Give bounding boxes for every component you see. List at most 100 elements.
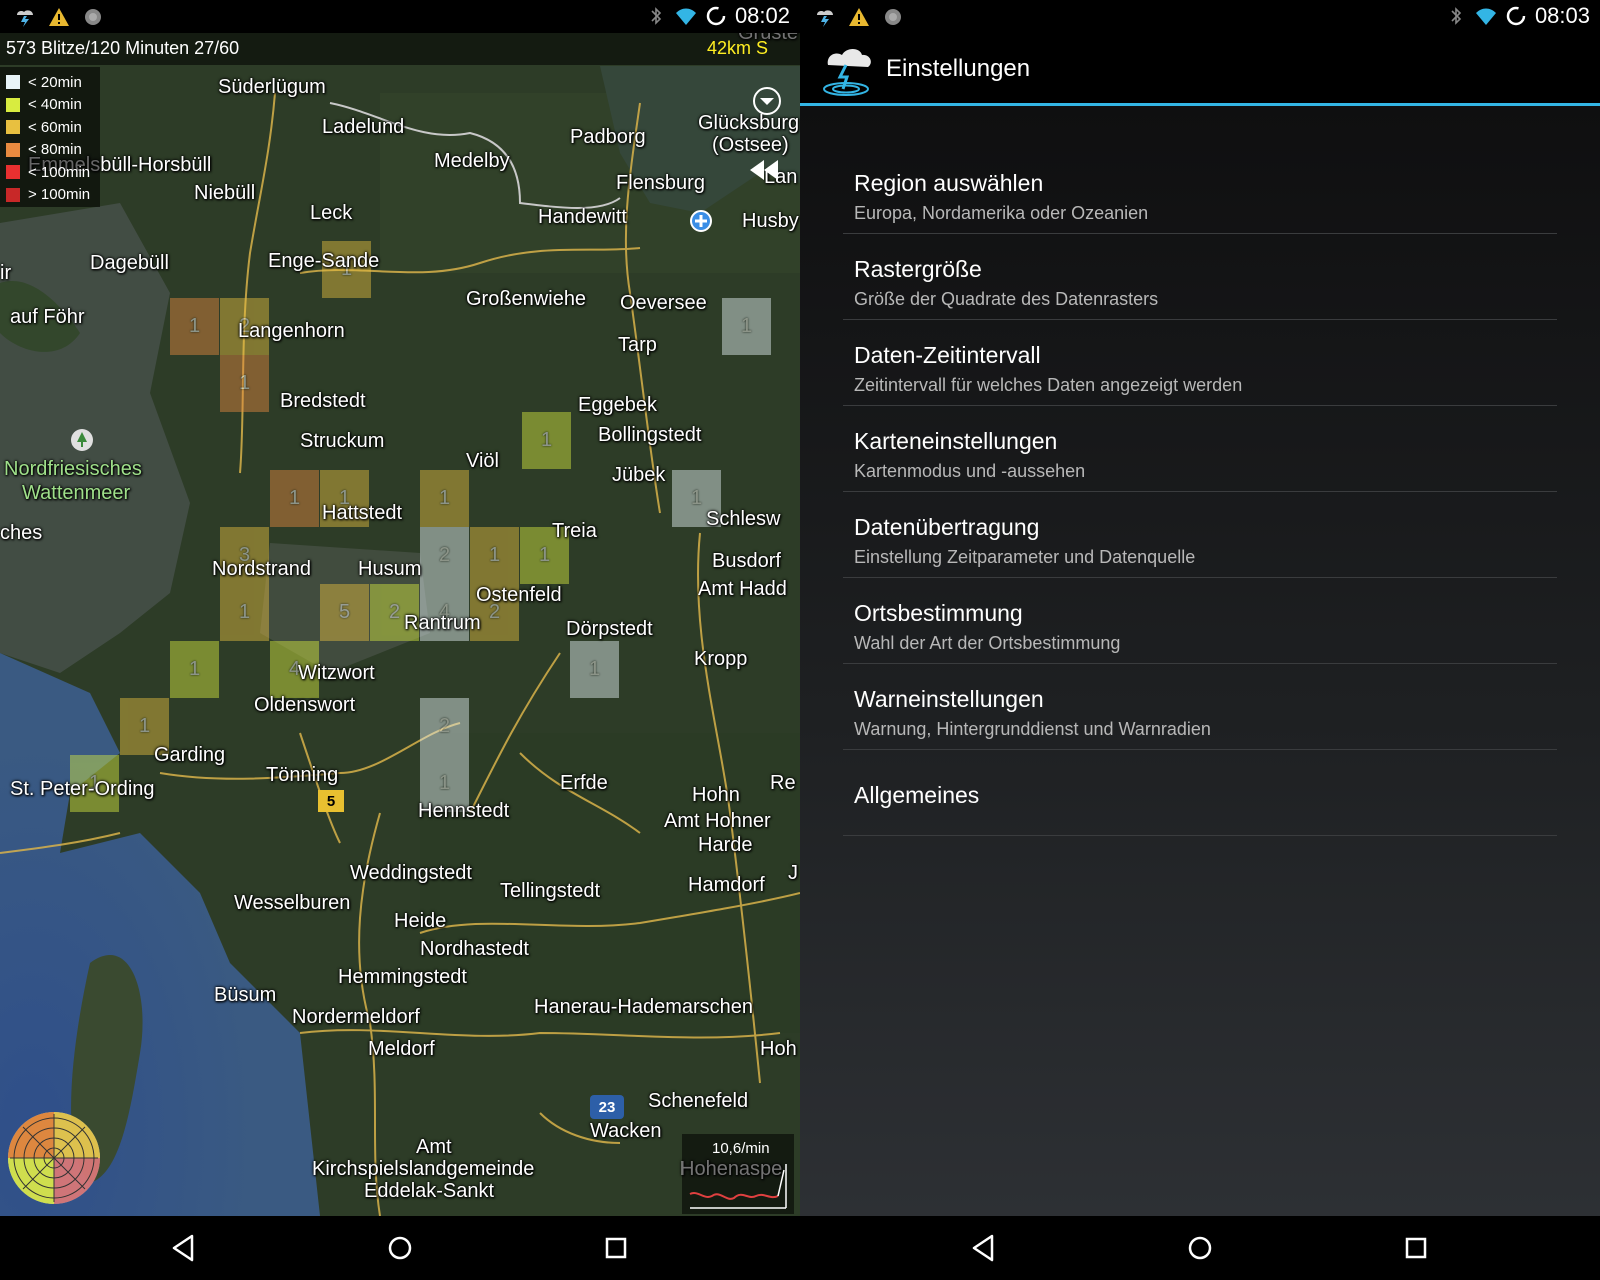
map-screen: 11211111113211152421141211 Süderlügum Lad… <box>0 0 800 1280</box>
lightning-cell: 5 <box>320 584 369 641</box>
legend-item: > 100min <box>6 184 94 207</box>
settings-screen: 08:03 Einstellungen Region auswählen Euro… <box>800 0 1600 1280</box>
place-label: Jübek <box>612 464 666 486</box>
lightning-cell: 1 <box>722 298 771 355</box>
preference-title: Region auswählen <box>854 170 1044 196</box>
sync-icon <box>706 6 726 26</box>
place-label: Schlesw <box>706 508 781 530</box>
home-button[interactable] <box>1182 1230 1218 1266</box>
lightning-cell: 2 <box>420 698 469 755</box>
place-label: ches <box>0 522 43 544</box>
strike-count: 1 <box>588 658 601 680</box>
preference-item[interactable]: Karteneinstellungen Kartenmodus und -auss… <box>843 406 1557 492</box>
place-label: Niebüll <box>194 182 256 204</box>
map-info-bar: 573 Blitze/120 Minuten 27/60 42km S <box>0 33 800 65</box>
map-menu-dropdown-icon[interactable] <box>752 86 782 116</box>
action-bar: Einstellungen <box>800 33 1600 105</box>
preference-item[interactable]: Region auswählen Europa, Nordamerika oder… <box>843 148 1557 234</box>
place-label: Medelby <box>434 150 510 172</box>
place-label: auf Föhr <box>10 306 85 328</box>
place-label: Re <box>770 772 796 794</box>
place-label: Glücksburg <box>698 112 800 134</box>
place-label: St. Peter-Ording <box>10 778 155 800</box>
radar-compass-widget[interactable] <box>6 1110 102 1206</box>
preference-item[interactable]: Datenübertragung Einstellung Zeitparamete… <box>843 492 1557 578</box>
clock: 08:02 <box>734 3 790 28</box>
place-label: Rantrum <box>404 612 481 634</box>
circle-icon <box>85 9 101 25</box>
strike-count: 2 <box>438 544 451 566</box>
lightning-cell: 1 <box>522 412 571 469</box>
legend-label: < 60min <box>28 118 82 136</box>
location-marker-icon[interactable] <box>689 209 713 233</box>
wifi-icon <box>1475 8 1496 25</box>
place-label: Enge-Sande <box>268 250 380 272</box>
place-label: Treia <box>552 520 597 542</box>
place-label: Handewitt <box>538 206 627 228</box>
back-button[interactable] <box>966 1230 1002 1266</box>
legend-swatch <box>6 165 20 180</box>
preference-summary: Kartenmodus und -aussehen <box>854 461 1086 481</box>
preference-title: Datenübertragung <box>854 514 1040 540</box>
strike-count: 2 <box>388 601 401 623</box>
legend-item: < 40min <box>6 94 94 117</box>
place-label: Busdorf <box>712 550 781 572</box>
lightning-map[interactable]: 11211111113211152421141211 Süderlügum Lad… <box>0 33 800 1216</box>
strike-count: 1 <box>690 487 703 509</box>
place-label: Amt Hadd <box>698 578 787 600</box>
preference-item[interactable]: Ortsbestimmung Wahl der Art der Ortsbesti… <box>843 578 1557 664</box>
place-label: Dagebüll <box>90 252 169 274</box>
place-label: Tellingstedt <box>500 880 601 902</box>
place-label: Husum <box>358 558 422 580</box>
legend-item: < 60min <box>6 116 94 139</box>
place-label: Nordstrand <box>212 558 311 580</box>
back-button[interactable] <box>166 1230 202 1266</box>
wifi-icon <box>675 8 696 25</box>
home-button[interactable] <box>382 1230 418 1266</box>
preference-title: Daten-Zeitintervall <box>854 342 1041 368</box>
preference-summary: Europa, Nordamerika oder Ozeanien <box>854 203 1149 223</box>
highway-number-badge: 23 <box>590 1095 624 1119</box>
navigation-bar <box>800 1216 1600 1280</box>
legend-swatch <box>6 75 20 90</box>
place-label: Meldorf <box>368 1038 435 1060</box>
preference-item[interactable]: Daten-Zeitintervall Zeitintervall für wel… <box>843 320 1557 406</box>
place-label: Wacken <box>590 1120 662 1142</box>
legend-swatch <box>6 187 20 202</box>
time-legend: < 20min < 40min < 60min < 80min < 100min > 10… <box>0 67 100 207</box>
place-label: Harde <box>698 834 753 856</box>
preference-item[interactable]: Rastergröße Größe der Quadrate des Datenr… <box>843 234 1557 320</box>
strike-count: 1 <box>438 772 451 794</box>
legend-label: < 80min <box>28 141 82 159</box>
bluetooth-icon <box>1451 7 1462 25</box>
preference-title: Ortsbestimmung <box>854 600 1023 626</box>
clock: 08:03 <box>1534 3 1590 28</box>
strike-count: 2 <box>438 715 451 737</box>
lightning-cell: 1 <box>270 470 319 527</box>
preference-item[interactable]: Allgemeines <box>843 750 1557 836</box>
place-label: Süderlügum <box>218 76 326 98</box>
strike-count: 1 <box>488 544 501 566</box>
lightning-cloud-app-icon[interactable] <box>820 41 876 97</box>
recent-apps-button[interactable] <box>1398 1230 1434 1266</box>
rewind-icon[interactable] <box>748 158 780 182</box>
place-label: Hamdorf <box>688 874 765 896</box>
recent-apps-button[interactable] <box>598 1230 634 1266</box>
preference-item[interactable]: Warneinstellungen Warnung, Hintergrunddie… <box>843 664 1557 750</box>
preference-list: Region auswählen Europa, Nordamerika oder… <box>843 148 1557 836</box>
lightning-cell: 1 <box>420 470 469 527</box>
place-label: Hennstedt <box>418 800 510 822</box>
strike-count: 1 <box>540 429 553 451</box>
strike-count: 1 <box>188 315 201 337</box>
settings-list-container: Region auswählen Europa, Nordamerika oder… <box>800 106 1600 1216</box>
place-label: Hohn <box>692 784 740 806</box>
legend-item: < 100min <box>6 161 94 184</box>
place-label: Kropp <box>694 648 748 670</box>
lightning-cell: 1 <box>570 641 619 698</box>
circle-icon <box>885 9 901 25</box>
place-label: Nordhastedt <box>420 938 529 960</box>
status-bar: 08:02 <box>0 0 800 33</box>
place-label: Tönning <box>266 764 339 786</box>
place-label: (Ostsee) <box>712 134 789 156</box>
bluetooth-icon <box>651 7 662 25</box>
